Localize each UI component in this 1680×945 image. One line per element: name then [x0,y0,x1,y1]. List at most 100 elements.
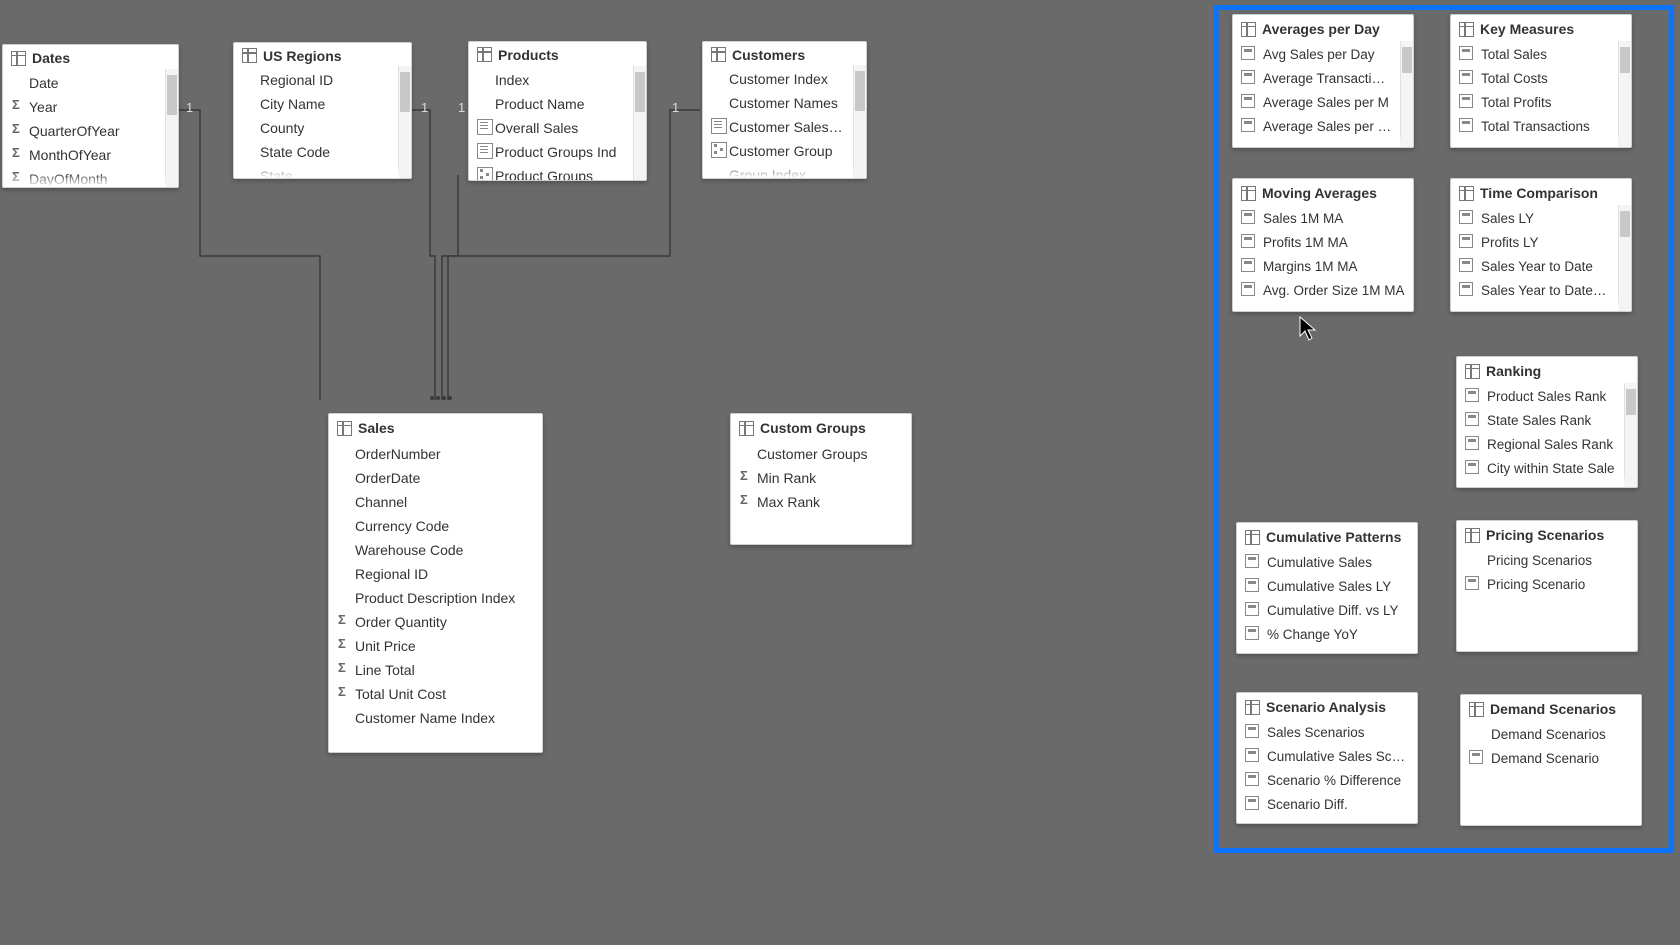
field-total-unit-cost[interactable]: Total Unit Cost [329,682,542,706]
field-order-quantity[interactable]: Order Quantity [329,610,542,634]
measure-total-costs[interactable]: Total Costs [1451,67,1618,91]
measure-sales-1m-ma[interactable]: Sales 1M MA [1233,207,1413,231]
field-product-groups-ind[interactable]: Product Groups Ind [469,140,633,164]
field-line-total[interactable]: Line Total [329,658,542,682]
scrollbar[interactable] [1618,41,1631,147]
calc-icon [1465,412,1479,426]
scrollbar[interactable] [165,69,178,187]
measure-average-sales-per-cu[interactable]: Average Sales per Cu [1233,115,1400,139]
field-customer-sales-ra[interactable]: Customer Sales Ra [703,115,853,139]
table-ranking[interactable]: Ranking Product Sales Rank State Sales R… [1456,356,1638,488]
calc-icon [1459,70,1473,84]
field-demand-scenarios[interactable]: Demand Scenarios [1461,723,1641,747]
field-index[interactable]: Index [469,68,633,92]
measure-cumulative-sales-scena[interactable]: Cumulative Sales Scena [1237,745,1417,769]
field-year[interactable]: Year [3,95,165,119]
table-customers[interactable]: Customers Customer Index Customer Names … [702,41,867,179]
field-dayofmonth[interactable]: DayOfMonth [3,167,165,187]
field-regional-id[interactable]: Regional ID [329,562,542,586]
field-city-name[interactable]: City Name [234,92,398,116]
table-demand-scenarios[interactable]: Demand Scenarios Demand Scenarios Demand… [1460,694,1642,826]
table-icon [11,51,26,66]
table-scenario-analysis[interactable]: Scenario Analysis Sales Scenarios Cumula… [1236,692,1418,824]
measure-average-transactions[interactable]: Average Transactions [1233,67,1400,91]
measure-avg-order-size-1m-ma[interactable]: Avg. Order Size 1M MA [1233,279,1413,303]
field-customer-name-index[interactable]: Customer Name Index [329,706,542,730]
measure-pricing-scenario[interactable]: Pricing Scenario [1457,573,1637,597]
field-quarterofyear[interactable]: QuarterOfYear [3,119,165,143]
measure-cumulative-sales-ly[interactable]: Cumulative Sales LY [1237,575,1417,599]
measure-margins-1m-ma[interactable]: Margins 1M MA [1233,255,1413,279]
table-products[interactable]: Products Index Product Name Overall Sale… [468,41,647,181]
table-sales[interactable]: Sales OrderNumber OrderDate Channel Curr… [328,413,543,753]
field-orderdate[interactable]: OrderDate [329,466,542,490]
calc-icon [1245,724,1259,738]
field-customer-groups[interactable]: Customer Groups [731,442,911,466]
scrollbar[interactable] [398,66,411,178]
field-max-rank[interactable]: Max Rank [731,490,911,514]
sigma-icon [11,122,25,136]
field-currency-code[interactable]: Currency Code [329,514,542,538]
measure-scenario-pct-difference[interactable]: Scenario % Difference [1237,769,1417,793]
measure-demand-scenario[interactable]: Demand Scenario [1461,747,1641,771]
field-unit-price[interactable]: Unit Price [329,634,542,658]
field-channel[interactable]: Channel [329,490,542,514]
table-custom-groups[interactable]: Custom Groups Customer Groups Min Rank M… [730,413,912,545]
field-customer-names[interactable]: Customer Names [703,91,853,115]
field-county[interactable]: County [234,116,398,140]
table-moving-averages[interactable]: Moving Averages Sales 1M MA Profits 1M M… [1232,178,1414,312]
table-title: Ranking [1486,359,1541,383]
measure-profits-ly[interactable]: Profits LY [1451,231,1618,255]
table-dates[interactable]: Dates Date Year QuarterOfYear MonthOfYea… [2,44,179,188]
measure-profits-1m-ma[interactable]: Profits 1M MA [1233,231,1413,255]
field-product-name[interactable]: Product Name [469,92,633,116]
measure-cumulative-sales[interactable]: Cumulative Sales [1237,551,1417,575]
measure-state-sales-rank[interactable]: State Sales Rank [1457,409,1624,433]
field-warehouse-code[interactable]: Warehouse Code [329,538,542,562]
table-key-measures[interactable]: Key Measures Total Sales Total Costs Tot… [1450,14,1632,148]
field-product-description-index[interactable]: Product Description Index [329,586,542,610]
field-customer-group[interactable]: Customer Group [703,139,853,163]
table-time-comparison[interactable]: Time Comparison Sales LY Profits LY Sale… [1450,178,1632,312]
field-monthofyear[interactable]: MonthOfYear [3,143,165,167]
measure-city-within-state[interactable]: City within State Sale [1457,457,1624,481]
measure-sales-ytd[interactable]: Sales Year to Date [1451,255,1618,279]
measure-total-transactions[interactable]: Total Transactions [1451,115,1618,139]
scrollbar[interactable] [853,65,866,178]
measure-total-profits[interactable]: Total Profits [1451,91,1618,115]
measure-scenario-diff[interactable]: Scenario Diff. [1237,793,1417,817]
field-pricing-scenarios[interactable]: Pricing Scenarios [1457,549,1637,573]
field-state[interactable]: State [234,164,398,178]
field-ordernumber[interactable]: OrderNumber [329,442,542,466]
measure-total-sales[interactable]: Total Sales [1451,43,1618,67]
table-title: Sales [358,416,395,440]
field-group-index[interactable]: Group Index [703,163,853,178]
measure-regional-sales-rank[interactable]: Regional Sales Rank [1457,433,1624,457]
table-icon [711,47,726,62]
table-averages-per-day[interactable]: Averages per Day Avg Sales per Day Avera… [1232,14,1414,148]
field-overall-sales[interactable]: Overall Sales [469,116,633,140]
table-pricing-scenarios[interactable]: Pricing Scenarios Pricing Scenarios Pric… [1456,520,1638,652]
field-min-rank[interactable]: Min Rank [731,466,911,490]
calc-icon [1245,772,1259,786]
measure-cumulative-diff[interactable]: Cumulative Diff. vs LY [1237,599,1417,623]
measure-sales-ly[interactable]: Sales LY [1451,207,1618,231]
field-regional-id[interactable]: Regional ID [234,68,398,92]
scrollbar[interactable] [633,66,646,180]
field-product-groups[interactable]: Product Groups [469,164,633,180]
scrollbar[interactable] [1618,205,1631,311]
table-cumulative-patterns[interactable]: Cumulative Patterns Cumulative Sales Cum… [1236,522,1418,654]
field-state-code[interactable]: State Code [234,140,398,164]
scrollbar[interactable] [1400,41,1413,147]
measure-sales-scenarios[interactable]: Sales Scenarios [1237,721,1417,745]
measure-sales-ytd-ly[interactable]: Sales Year to Date LY [1451,279,1618,303]
measure-avg-sales-per-day[interactable]: Avg Sales per Day [1233,43,1400,67]
measure-average-sales-per-m[interactable]: Average Sales per M [1233,91,1400,115]
field-date[interactable]: Date [3,71,165,95]
field-customer-index[interactable]: Customer Index [703,67,853,91]
measure-pct-change-yoy[interactable]: % Change YoY [1237,623,1417,647]
table-us-regions[interactable]: US Regions Regional ID City Name County … [233,42,412,179]
scrollbar[interactable] [1624,383,1637,487]
page-icon [711,118,727,134]
measure-product-sales-rank[interactable]: Product Sales Rank [1457,385,1624,409]
